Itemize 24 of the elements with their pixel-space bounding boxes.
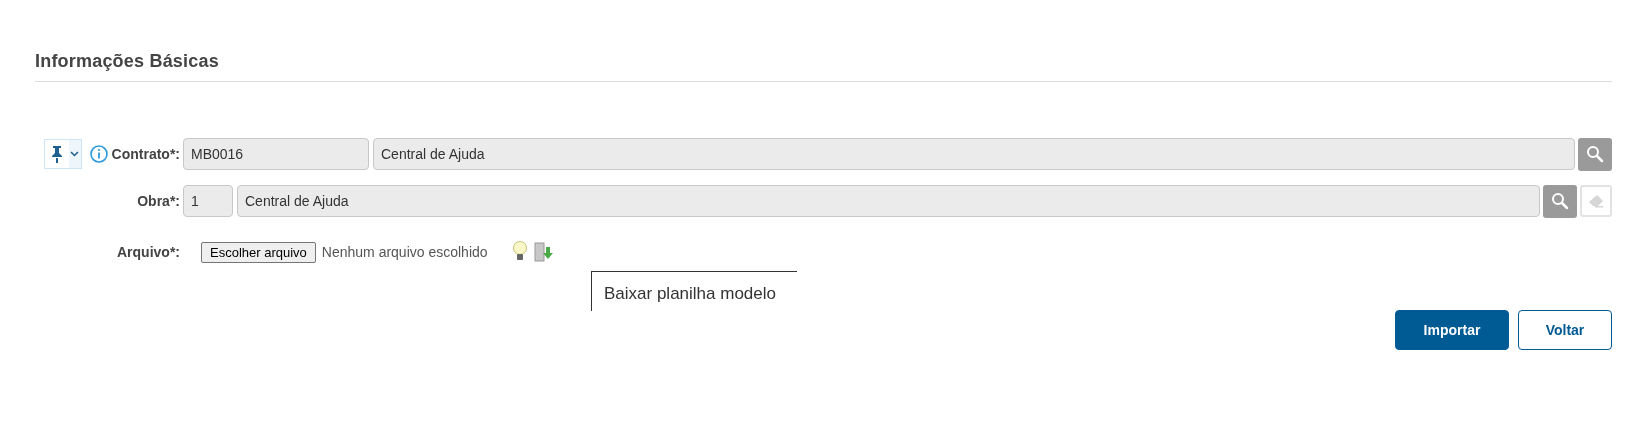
field-label: Contrato*: [111,144,180,164]
section-title: Informações Básicas [35,50,220,73]
tooltip: Baixar planilha modelo [591,271,797,311]
import-button[interactable]: Importar [1395,310,1509,350]
description-field[interactable]: Central de Ajuda [237,185,1540,217]
search-button[interactable] [1543,184,1577,218]
search-button[interactable] [1578,137,1612,171]
code-field[interactable]: MB0016 [183,138,369,170]
back-button[interactable]: Voltar [1518,310,1612,350]
info-icon[interactable] [89,145,108,163]
search-icon [1586,145,1604,163]
field-label: Obra*: [137,191,180,211]
eraser-icon [1588,194,1604,208]
search-icon [1551,192,1569,210]
chevron-down-icon [70,151,80,157]
download-icon[interactable] [533,241,554,263]
pin-icon [50,145,63,163]
field-label: Arquivo*: [117,242,180,262]
choose-file-button[interactable]: Escolher arquivo [201,241,316,263]
lightbulb-icon[interactable] [511,241,528,263]
description-field[interactable]: Central de Ajuda [373,138,1575,170]
pin-dropdown[interactable] [43,139,82,169]
code-field[interactable]: 1 [183,185,233,217]
file-status: Nenhum arquivo escolhido [321,242,488,262]
